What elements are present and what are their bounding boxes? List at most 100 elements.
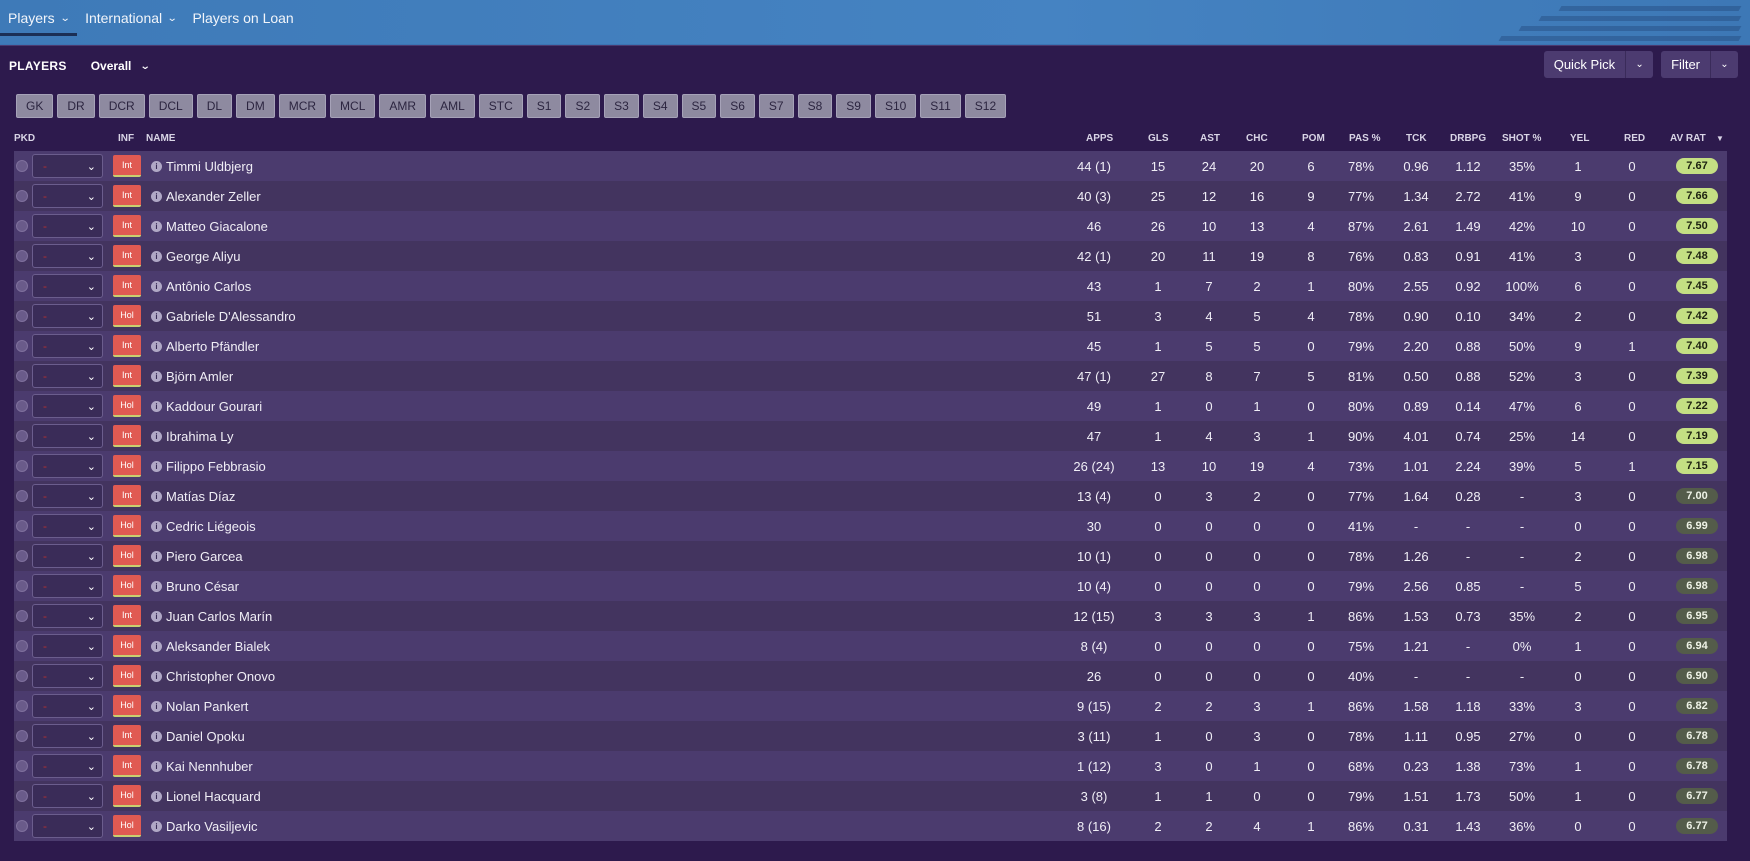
pkd-select[interactable]: ⌄ (32, 304, 103, 328)
select-checkbox[interactable] (16, 181, 30, 211)
col-apps[interactable]: APPS (1086, 133, 1113, 144)
player-name[interactable]: Matteo Giacalone (166, 211, 268, 241)
pkd-select[interactable]: ⌄ (32, 424, 103, 448)
pkd-select[interactable]: ⌄ (32, 454, 103, 478)
position-button-gk[interactable]: GK (16, 94, 54, 118)
position-button-s5[interactable]: S5 (681, 94, 717, 118)
player-name[interactable]: George Aliyu (166, 241, 240, 271)
pkd-select[interactable]: ⌄ (32, 784, 103, 808)
position-button-aml[interactable]: AML (430, 94, 475, 118)
position-button-stc[interactable]: STC (478, 94, 523, 118)
inf-badge[interactable]: Int (113, 185, 141, 207)
info-icon[interactable]: i (151, 491, 162, 502)
pkd-select[interactable]: ⌄ (32, 814, 103, 838)
tab-players[interactable]: Players ⌄ (0, 0, 78, 36)
player-name[interactable]: Lionel Hacquard (166, 781, 261, 811)
select-checkbox[interactable] (16, 151, 30, 181)
inf-badge[interactable]: Int (113, 245, 141, 267)
position-button-amr[interactable]: AMR (379, 94, 427, 118)
info-icon[interactable]: i (151, 701, 162, 712)
col-yel[interactable]: YEL (1570, 133, 1589, 144)
col-av-rat[interactable]: AV RAT (1670, 133, 1706, 144)
select-checkbox[interactable] (16, 271, 30, 301)
player-name[interactable]: Christopher Onovo (166, 661, 275, 691)
table-row[interactable]: ⌄IntiTimmi Uldbjerg44 (1)152420678%0.961… (14, 151, 1727, 181)
pkd-select[interactable]: ⌄ (32, 694, 103, 718)
inf-badge[interactable]: Int (113, 155, 141, 177)
player-name[interactable]: Cedric Liégeois (166, 511, 256, 541)
info-icon[interactable]: i (151, 641, 162, 652)
pkd-select[interactable]: ⌄ (32, 724, 103, 748)
chevron-down-icon[interactable]: ⌄ (1625, 51, 1653, 78)
inf-badge[interactable]: Hol (113, 635, 141, 657)
position-button-dcl[interactable]: DCL (148, 94, 193, 118)
select-checkbox[interactable] (16, 301, 30, 331)
position-button-s12[interactable]: S12 (964, 94, 1007, 118)
table-row[interactable]: ⌄IntiGeorge Aliyu42 (1)201119876%0.830.9… (14, 241, 1727, 271)
position-button-s2[interactable]: S2 (565, 94, 601, 118)
player-name[interactable]: Piero Garcea (166, 541, 243, 571)
tab-international[interactable]: International ⌄ (77, 0, 184, 36)
info-icon[interactable]: i (151, 551, 162, 562)
position-button-s10[interactable]: S10 (874, 94, 917, 118)
info-icon[interactable]: i (151, 161, 162, 172)
info-icon[interactable]: i (151, 731, 162, 742)
inf-badge[interactable]: Hol (113, 455, 141, 477)
col-inf[interactable]: INF (118, 133, 134, 144)
player-name[interactable]: Matías Díaz (166, 481, 235, 511)
info-icon[interactable]: i (151, 461, 162, 472)
pkd-select[interactable]: ⌄ (32, 754, 103, 778)
player-name[interactable]: Kaddour Gourari (166, 391, 262, 421)
pkd-select[interactable]: ⌄ (32, 184, 103, 208)
info-icon[interactable]: i (151, 341, 162, 352)
table-row[interactable]: ⌄IntiAntônio Carlos43172180%2.550.92100%… (14, 271, 1727, 301)
col-chc[interactable]: CHC (1246, 133, 1268, 144)
col-red[interactable]: RED (1624, 133, 1645, 144)
player-name[interactable]: Kai Nennhuber (166, 751, 253, 781)
player-name[interactable]: Gabriele D'Alessandro (166, 301, 296, 331)
info-icon[interactable]: i (151, 221, 162, 232)
position-button-s9[interactable]: S9 (836, 94, 871, 118)
select-checkbox[interactable] (16, 481, 30, 511)
sort-desc-icon[interactable]: ▼ (1716, 134, 1724, 143)
table-row[interactable]: ⌄IntiKai Nennhuber1 (12)301068%0.231.387… (14, 751, 1727, 781)
player-name[interactable]: Nolan Pankert (166, 691, 248, 721)
view-selector[interactable]: Overall ⌄ (91, 59, 151, 73)
select-checkbox[interactable] (16, 811, 30, 841)
select-checkbox[interactable] (16, 241, 30, 271)
info-icon[interactable]: i (151, 371, 162, 382)
pkd-select[interactable]: ⌄ (32, 664, 103, 688)
inf-badge[interactable]: Hol (113, 575, 141, 597)
pkd-select[interactable]: ⌄ (32, 244, 103, 268)
select-checkbox[interactable] (16, 721, 30, 751)
position-button-dm[interactable]: DM (236, 94, 275, 118)
position-button-mcl[interactable]: MCL (330, 94, 376, 118)
select-checkbox[interactable] (16, 361, 30, 391)
pkd-select[interactable]: ⌄ (32, 484, 103, 508)
table-row[interactable]: ⌄IntiAlberto Pfändler45155079%2.200.8850… (14, 331, 1727, 361)
select-checkbox[interactable] (16, 631, 30, 661)
select-checkbox[interactable] (16, 511, 30, 541)
info-icon[interactable]: i (151, 521, 162, 532)
pkd-select[interactable]: ⌄ (32, 154, 103, 178)
col-name[interactable]: NAME (146, 133, 175, 144)
info-icon[interactable]: i (151, 671, 162, 682)
table-row[interactable]: ⌄IntiIbrahima Ly47143190%4.010.7425%1407… (14, 421, 1727, 451)
info-icon[interactable]: i (151, 611, 162, 622)
table-row[interactable]: ⌄HoliCedric Liégeois30000041%---006.99 (14, 511, 1727, 541)
info-icon[interactable]: i (151, 581, 162, 592)
position-button-dcr[interactable]: DCR (98, 94, 145, 118)
col-drbpg[interactable]: DRBPG (1450, 133, 1486, 144)
position-button-s11[interactable]: S11 (920, 94, 961, 118)
tab-players-on-loan[interactable]: Players on Loan (185, 0, 302, 36)
filter-button[interactable]: Filter ⌄ (1661, 51, 1738, 78)
player-name[interactable]: Juan Carlos Marín (166, 601, 272, 631)
player-name[interactable]: Ibrahima Ly (166, 421, 233, 451)
select-checkbox[interactable] (16, 211, 30, 241)
table-row[interactable]: ⌄HoliGabriele D'Alessandro51345478%0.900… (14, 301, 1727, 331)
pkd-select[interactable]: ⌄ (32, 544, 103, 568)
table-row[interactable]: ⌄IntiJuan Carlos Marín12 (15)333186%1.53… (14, 601, 1727, 631)
col-tck[interactable]: TCK (1406, 133, 1427, 144)
col-shot[interactable]: SHOT % (1502, 133, 1541, 144)
pkd-select[interactable]: ⌄ (32, 364, 103, 388)
